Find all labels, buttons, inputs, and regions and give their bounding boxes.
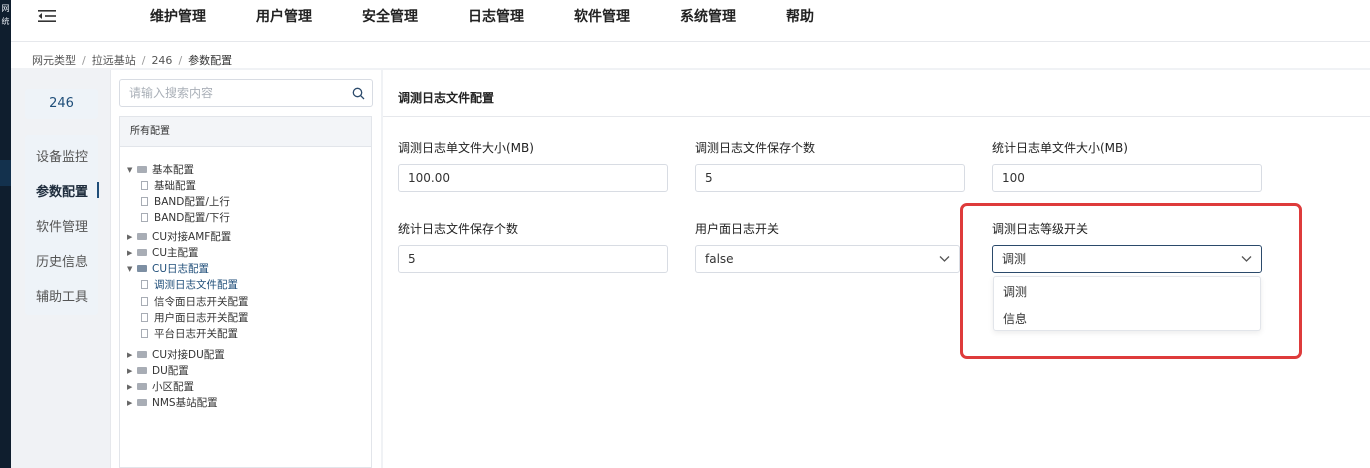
caret-right-icon[interactable]: ▶ bbox=[127, 396, 137, 410]
tree-search-box bbox=[119, 79, 373, 107]
device-id-badge: 246 bbox=[25, 89, 98, 119]
field-label-stat-count: 统计日志文件保存个数 bbox=[398, 222, 519, 236]
folder-icon bbox=[137, 248, 147, 256]
breadcrumb-item[interactable]: 拉远基站 bbox=[92, 54, 136, 67]
top-header: 维护管理 用户管理 安全管理 日志管理 软件管理 系统管理 帮助 bbox=[11, 0, 1370, 42]
tree-header: 所有配置 bbox=[120, 117, 371, 147]
tree-node-basic[interactable]: ▼ 基本配置 bbox=[127, 163, 194, 177]
tree-node-cu-main[interactable]: ▶ CU主配置 bbox=[127, 246, 199, 260]
document-icon bbox=[141, 312, 148, 322]
caret-right-icon[interactable]: ▶ bbox=[127, 380, 137, 394]
app-logo: 网 统 bbox=[0, 2, 11, 28]
tree-node-label: CU对接DU配置 bbox=[152, 349, 225, 361]
search-icon[interactable] bbox=[352, 87, 365, 100]
folder-icon bbox=[137, 264, 147, 272]
nav-system[interactable]: 系统管理 bbox=[680, 6, 736, 26]
tree-node-label: CU对接AMF配置 bbox=[152, 231, 232, 243]
folder-icon bbox=[137, 165, 147, 173]
app-logo-text: 网 统 bbox=[1, 4, 10, 26]
tree-node-basic-config[interactable]: 基础配置 bbox=[141, 179, 196, 193]
tree-search-input[interactable] bbox=[120, 80, 348, 106]
tree-node-label: 基本配置 bbox=[152, 164, 194, 176]
document-icon bbox=[141, 196, 148, 206]
tree-node-cu-du[interactable]: ▶ CU对接DU配置 bbox=[127, 348, 225, 362]
highlight-annotation-box bbox=[960, 203, 1302, 359]
tree-node-label: 调测日志文件配置 bbox=[154, 279, 238, 291]
tree-node-cu-amf[interactable]: ▶ CU对接AMF配置 bbox=[127, 230, 231, 244]
leftnav-item-software[interactable]: 软件管理 bbox=[36, 216, 88, 235]
leftnav-item-history[interactable]: 历史信息 bbox=[36, 251, 88, 270]
folder-icon bbox=[137, 350, 147, 358]
menu-toggle-icon[interactable] bbox=[36, 9, 58, 23]
tree-node-platform-log[interactable]: 平台日志开关配置 bbox=[141, 327, 238, 341]
nav-users[interactable]: 用户管理 bbox=[256, 6, 312, 26]
field-label-debug-size: 调测日志单文件大小(MB) bbox=[398, 141, 534, 155]
leftnav-item-tools[interactable]: 辅助工具 bbox=[36, 286, 88, 305]
tree-node-nms[interactable]: ▶ NMS基站配置 bbox=[127, 396, 218, 410]
document-icon bbox=[141, 279, 148, 289]
tree-node-label: 平台日志开关配置 bbox=[154, 328, 238, 340]
nav-help[interactable]: 帮助 bbox=[786, 6, 814, 26]
form-title: 调测日志文件配置 bbox=[398, 91, 495, 105]
field-label-stat-size: 统计日志单文件大小(MB) bbox=[992, 141, 1128, 155]
stat-size-input[interactable]: 100 bbox=[992, 164, 1262, 192]
tree-node-user-log[interactable]: 用户面日志开关配置 bbox=[141, 311, 249, 325]
breadcrumb-current: 参数配置 bbox=[188, 54, 233, 67]
form-title-divider bbox=[383, 116, 1370, 117]
tree-node-cu-log[interactable]: ▼ CU日志配置 bbox=[127, 262, 209, 276]
field-label-user-log-switch: 用户面日志开关 bbox=[695, 222, 780, 236]
document-icon bbox=[141, 296, 148, 306]
tree-node-band-down[interactable]: BAND配置/下行 bbox=[141, 211, 230, 225]
caret-right-icon[interactable]: ▶ bbox=[127, 364, 137, 378]
leftnav-item-params[interactable]: 参数配置 bbox=[36, 181, 88, 200]
nav-logs[interactable]: 日志管理 bbox=[468, 6, 524, 26]
caret-right-icon[interactable]: ▶ bbox=[127, 246, 137, 260]
tree-node-label: BAND配置/上行 bbox=[154, 196, 230, 208]
tree-node-label: 基础配置 bbox=[154, 180, 196, 192]
debug-size-input[interactable]: 100.00 bbox=[398, 164, 668, 192]
tree-node-label: 信令面日志开关配置 bbox=[154, 296, 249, 308]
tree-node-band-up[interactable]: BAND配置/上行 bbox=[141, 195, 230, 209]
tree-node-cell[interactable]: ▶ 小区配置 bbox=[127, 380, 194, 394]
caret-right-icon[interactable]: ▶ bbox=[127, 230, 137, 244]
leftnav-item-monitor[interactable]: 设备监控 bbox=[36, 146, 88, 165]
debug-count-input[interactable]: 5 bbox=[695, 164, 965, 192]
nav-software[interactable]: 软件管理 bbox=[574, 6, 630, 26]
nav-maintenance[interactable]: 维护管理 bbox=[150, 6, 206, 26]
breadcrumb: 网元类型 / 拉远基站/246/参数配置 bbox=[32, 54, 233, 67]
tree-node-label: CU日志配置 bbox=[152, 263, 210, 275]
app-rail: 网 统 bbox=[0, 0, 11, 468]
folder-icon bbox=[137, 232, 147, 240]
device-left-nav: 设备监控 参数配置 软件管理 历史信息 辅助工具 bbox=[25, 135, 98, 315]
folder-icon bbox=[137, 398, 147, 406]
document-icon bbox=[141, 212, 148, 222]
folder-icon bbox=[137, 382, 147, 390]
document-icon bbox=[141, 328, 148, 338]
tree-node-label: DU配置 bbox=[152, 365, 189, 377]
folder-icon bbox=[137, 366, 147, 374]
stat-count-input[interactable]: 5 bbox=[398, 245, 668, 273]
tree-node-debug-log-file[interactable]: 调测日志文件配置 bbox=[141, 278, 238, 292]
caret-down-icon[interactable]: ▼ bbox=[127, 262, 137, 276]
tree-node-label: NMS基站配置 bbox=[152, 397, 218, 409]
config-tree: 所有配置 ▼ 基本配置 基础配置 BAND配置/上行 BAND配置/下行 ▶ CU对… bbox=[119, 116, 372, 468]
tree-node-label: 小区配置 bbox=[152, 381, 194, 393]
tree-node-signal-log[interactable]: 信令面日志开关配置 bbox=[141, 295, 249, 309]
user-log-switch-select[interactable]: false bbox=[695, 245, 960, 273]
breadcrumb-item[interactable]: 246 bbox=[151, 54, 172, 67]
tree-node-label: CU主配置 bbox=[152, 247, 199, 259]
document-icon bbox=[141, 180, 148, 190]
caret-down-icon[interactable]: ▼ bbox=[127, 163, 137, 177]
field-label-debug-count: 调测日志文件保存个数 bbox=[695, 141, 816, 155]
nav-security[interactable]: 安全管理 bbox=[362, 6, 418, 26]
rail-active-marker bbox=[0, 160, 11, 186]
select-value: false bbox=[705, 252, 734, 266]
tree-node-du[interactable]: ▶ DU配置 bbox=[127, 364, 189, 378]
tree-node-label: 用户面日志开关配置 bbox=[154, 312, 249, 324]
leftnav-active-indicator bbox=[97, 182, 99, 198]
tree-node-label: BAND配置/下行 bbox=[154, 212, 230, 224]
chevron-down-icon bbox=[939, 256, 950, 262]
breadcrumb-item[interactable]: 网元类型 bbox=[32, 54, 76, 67]
caret-right-icon[interactable]: ▶ bbox=[127, 348, 137, 362]
